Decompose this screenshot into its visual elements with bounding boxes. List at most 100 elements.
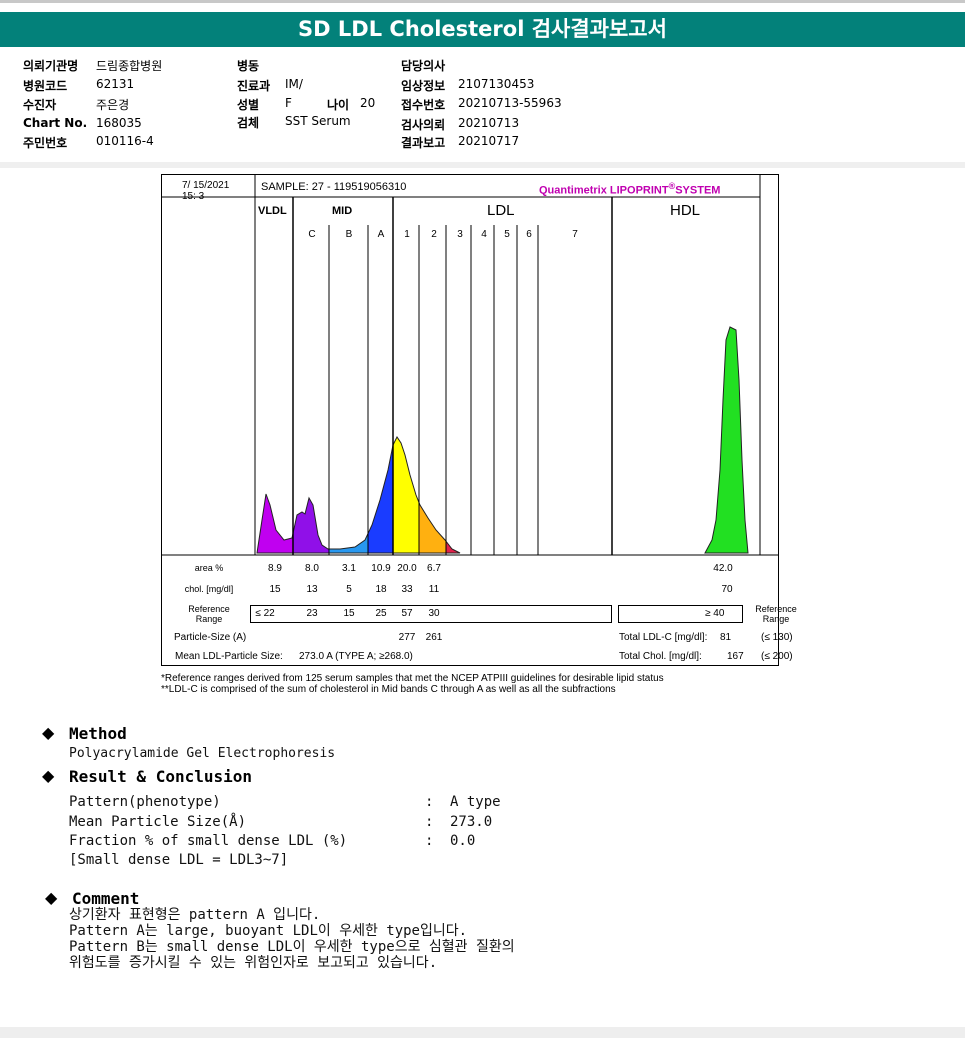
- band-label-6: 6: [526, 229, 532, 240]
- field-label: 검사의뢰: [401, 118, 446, 132]
- field-value: 주은경: [96, 98, 130, 112]
- diamond-bullet-icon: ◆: [42, 768, 55, 785]
- particle-size-value: 261: [425, 632, 443, 643]
- field-label: 임상정보: [401, 79, 446, 93]
- total-chol-ref: (≤ 200): [761, 651, 793, 662]
- hdl-peak: [704, 326, 749, 554]
- field-value: 168035: [96, 116, 142, 130]
- field-label: 주민번호: [23, 136, 68, 150]
- field-label: Chart No.: [23, 116, 88, 130]
- total-ldl-ref: (≤ 130): [761, 632, 793, 643]
- field-label: 성별: [237, 98, 260, 112]
- reference-label-right: Reference: [755, 604, 797, 614]
- total-ldl-label: Total LDL-C [mg/dl]:: [619, 632, 708, 643]
- mean-size-value: 273.0 A (TYPE A; ≥268.0): [299, 651, 413, 662]
- comment-line: Pattern A는 large, buoyant LDL이 우세한 type입…: [69, 923, 468, 939]
- footnote-ldlc: **LDL-C is comprised of the sum of chole…: [161, 684, 616, 695]
- field-label: 검체: [237, 116, 260, 130]
- area-value-hdl: 42.0: [713, 563, 733, 574]
- report-title: SD LDL Cholesterol 검사결과보고서: [0, 12, 965, 47]
- area-value: 6.7: [427, 563, 441, 574]
- area-value: 3.1: [342, 563, 356, 574]
- reference-value: 25: [375, 608, 387, 619]
- brand-name: Quantimetrix LIPOPRINT: [539, 184, 669, 197]
- band-label-b: B: [345, 229, 353, 240]
- total-ldl-value: 81: [720, 632, 732, 643]
- field-value: 010116-4: [96, 134, 154, 148]
- method-heading: Method: [69, 724, 127, 743]
- particle-size-value: 277: [398, 632, 416, 643]
- result-colon: :: [425, 833, 434, 849]
- diamond-bullet-icon: ◆: [45, 890, 58, 907]
- area-value: 10.9: [371, 563, 391, 574]
- comment-line: 위험도를 증가시킬 수 있는 위험인자로 보고되고 있습니다.: [69, 955, 438, 971]
- band-label-7: 7: [572, 229, 578, 240]
- result-colon: :: [425, 813, 434, 830]
- band-label-3: 3: [457, 229, 463, 240]
- result-heading: Result & Conclusion: [69, 767, 253, 786]
- result-label: Fraction % of small dense LDL (%): [69, 833, 348, 849]
- field-value: 62131: [96, 77, 135, 91]
- reference-value-hdl: ≥ 40: [705, 608, 725, 619]
- top-border: [0, 0, 965, 3]
- area-label: area %: [194, 563, 224, 573]
- small-dense-note: [Small dense LDL = LDL3~7]: [69, 852, 289, 868]
- field-label: 담당의사: [401, 59, 446, 73]
- comment-line: 상기환자 표현형은 pattern A 입니다.: [69, 907, 321, 923]
- result-value: 273.0: [450, 813, 493, 830]
- result-label: Mean Particle Size(Å): [69, 813, 247, 830]
- band-label-4: 4: [481, 229, 487, 240]
- field-value: IM/: [285, 77, 303, 91]
- reference-value: 15: [343, 608, 355, 619]
- reference-value: 57: [401, 608, 413, 619]
- footnote-reference: *Reference ranges derived from 125 serum…: [161, 673, 664, 684]
- bottom-bar: [0, 1027, 965, 1038]
- comment-line: Pattern B는 small dense LDL이 우세한 type으로 심…: [69, 939, 515, 955]
- field-value: SST Serum: [285, 114, 351, 128]
- area-value: 8.0: [305, 563, 319, 574]
- field-value: F: [285, 96, 292, 110]
- result-value: A type: [450, 794, 501, 810]
- field-label: 병원코드: [23, 79, 68, 93]
- band-fill-ldl2: [419, 502, 446, 553]
- brand-logo: Quantimetrix LIPOPRINT®SYSTEM: [539, 181, 720, 197]
- field-value: 20210713-55963: [458, 96, 562, 110]
- group-ldl: LDL: [487, 202, 515, 219]
- area-value: 20.0: [397, 563, 417, 574]
- comment-heading: Comment: [72, 889, 140, 908]
- total-chol-label: Total Chol. [mg/dl]:: [619, 651, 702, 662]
- chol-value: 33: [401, 584, 413, 595]
- reference-value: ≤ 22: [255, 608, 275, 619]
- field-label: 진료과: [237, 79, 271, 93]
- reference-value: 30: [428, 608, 440, 619]
- sample-id: SAMPLE: 27 - 119519056310: [261, 181, 407, 193]
- field-value: 20210717: [458, 134, 520, 148]
- band-label-c: C: [308, 229, 316, 240]
- brand-suffix: SYSTEM: [675, 184, 721, 197]
- divider: [0, 162, 965, 168]
- method-text: Polyacrylamide Gel Electrophoresis: [69, 746, 336, 761]
- field-label: 수진자: [23, 98, 57, 112]
- group-mid: MID: [332, 205, 353, 217]
- reference-label-2: Range: [195, 614, 223, 624]
- band-label-1: 1: [404, 229, 410, 240]
- chart-time: 15: 3: [182, 191, 205, 202]
- field-label: 병동: [237, 59, 260, 73]
- chol-value: 15: [269, 584, 281, 595]
- reference-value: 23: [306, 608, 318, 619]
- band-label-2: 2: [431, 229, 437, 240]
- chol-value-hdl: 70: [721, 584, 733, 595]
- electrophoresis-graph: [161, 174, 778, 556]
- chol-label: chol. [mg/dl]: [184, 584, 234, 594]
- chol-value: 13: [306, 584, 318, 595]
- chart-date: 7/ 15/2021: [182, 180, 230, 191]
- particle-size-label: Particle-Size (A): [174, 632, 247, 643]
- field-value: 드림종합병원: [96, 59, 163, 73]
- field-value: 2107130453: [458, 77, 535, 91]
- group-vldl: VLDL: [258, 205, 287, 217]
- chol-value: 11: [428, 584, 440, 595]
- mean-size-label: Mean LDL-Particle Size:: [175, 651, 283, 662]
- group-hdl: HDL: [670, 202, 701, 219]
- band-label-a: A: [377, 229, 385, 240]
- field-label: 의뢰기관명: [23, 59, 79, 73]
